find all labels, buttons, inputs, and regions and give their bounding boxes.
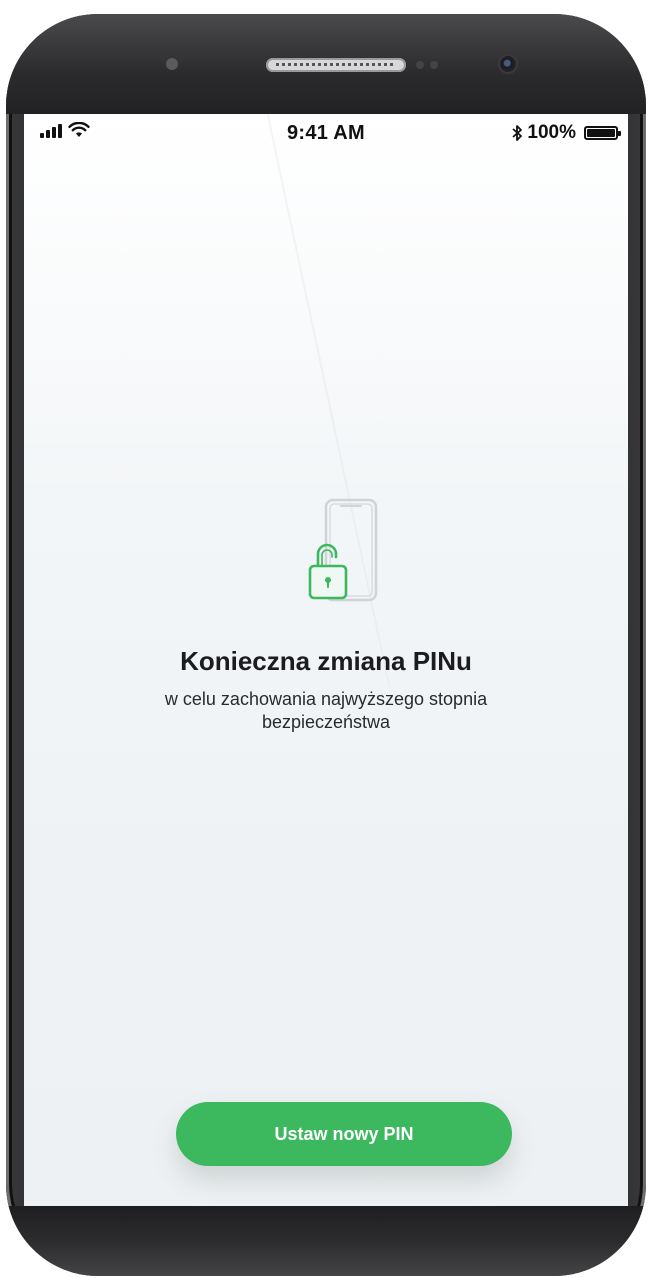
page-subtitle: w celu zachowania najwyższego stopnia be… <box>164 689 488 732</box>
battery-icon <box>584 126 621 140</box>
sensor-dot <box>430 61 438 69</box>
bluetooth-icon <box>512 125 523 141</box>
phone-frame: 9:41 AM 100% Konieczna zmiana PINu w cel… <box>6 14 646 1276</box>
status-right: 100% <box>511 122 621 144</box>
page-title: Konieczna zmiana PINu <box>180 646 472 676</box>
set-new-pin-button[interactable]: Ustaw nowy PIN <box>176 1102 512 1166</box>
status-bar: 9:41 AM 100% <box>24 114 628 150</box>
earpiece-speaker <box>266 58 406 72</box>
proximity-sensor <box>166 58 178 70</box>
front-camera <box>500 56 516 72</box>
battery-percent: 100% <box>527 122 576 143</box>
unlocked-padlock-phone-icon <box>308 498 378 602</box>
app-screen: 9:41 AM 100% Konieczna zmiana PINu w cel… <box>24 114 628 1206</box>
phone-top-bezel <box>6 14 646 114</box>
sensor-dot <box>416 61 424 69</box>
phone-bottom-bezel <box>6 1206 646 1276</box>
